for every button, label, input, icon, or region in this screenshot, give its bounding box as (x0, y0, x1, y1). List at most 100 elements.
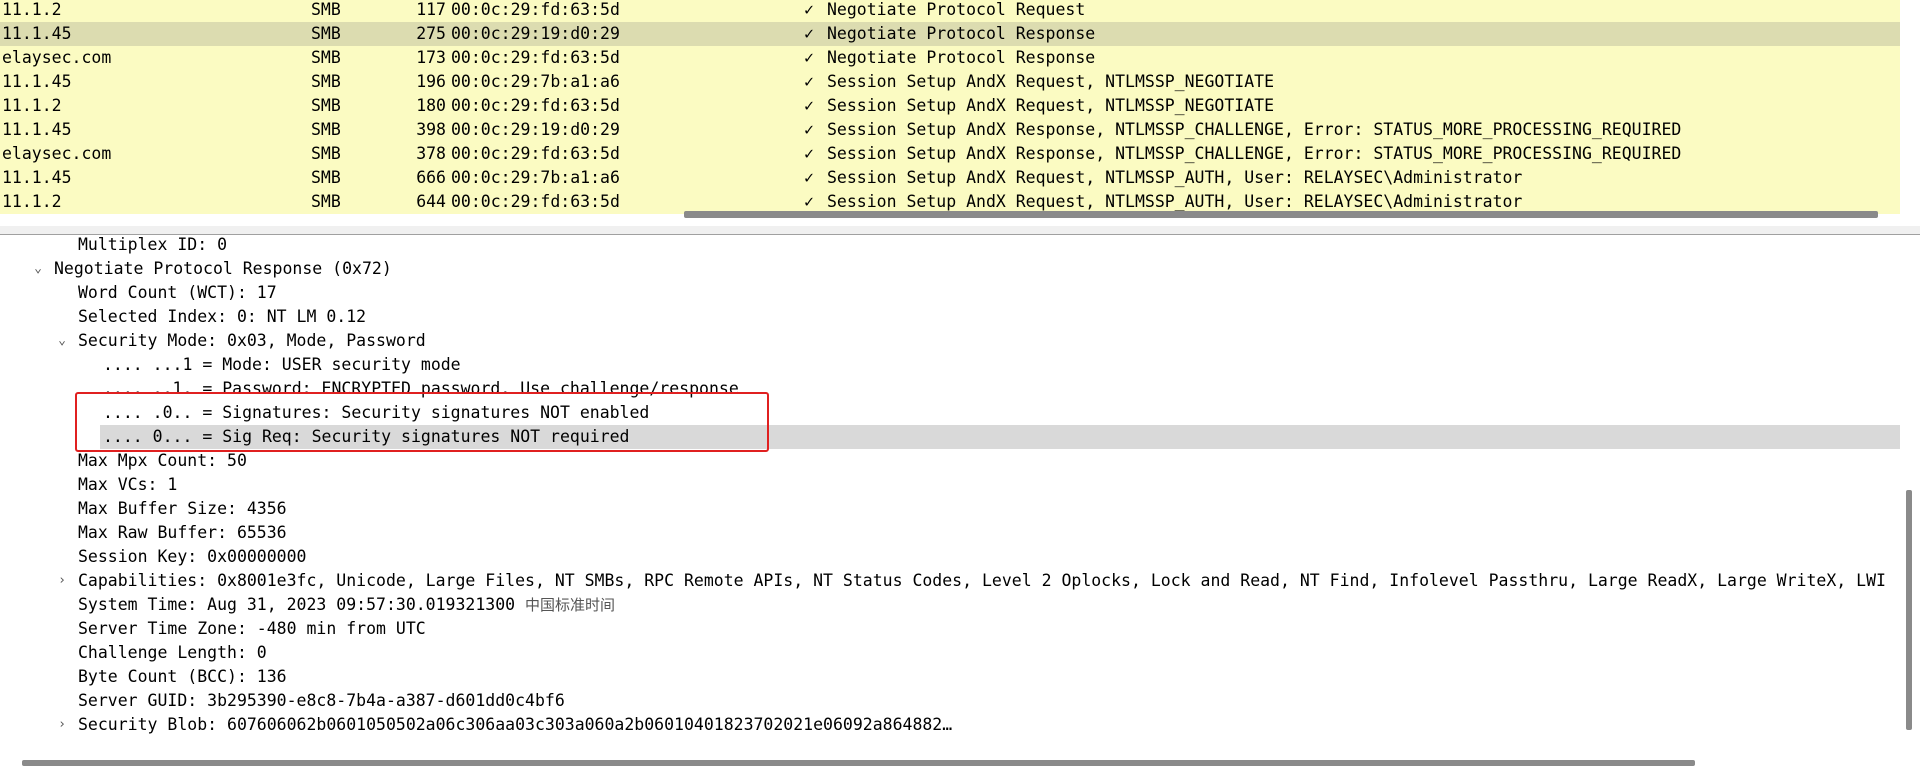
detail-tree-item[interactable]: Word Count (WCT): 17 (0, 281, 1900, 305)
packet-protocol: SMB (311, 144, 341, 163)
pane-splitter[interactable] (0, 226, 1920, 235)
timezone-label: 中国标准时间 (525, 596, 616, 614)
packet-address: 11.1.45 (2, 120, 72, 139)
detail-text: Selected Index: 0: NT LM 0.12 (78, 305, 366, 329)
packet-info: Session Setup AndX Request, NTLMSSP_NEGO… (827, 72, 1275, 91)
packet-info: Session Setup AndX Response, NTLMSSP_CHA… (827, 144, 1682, 163)
detail-text: Security Mode: 0x03, Mode, Password (78, 329, 426, 353)
packet-info: Negotiate Protocol Request (827, 0, 1086, 19)
packet-info: Negotiate Protocol Response (827, 24, 1096, 43)
packet-row[interactable]: elaysec.com SMB 173 00:0c:29:fd:63:5d ✓ Negot… (0, 46, 1900, 70)
packet-mac: 00:0c:29:fd:63:5d (451, 0, 620, 19)
detail-text: Byte Count (BCC): 136 (78, 665, 287, 689)
packet-row[interactable]: 11.1.2 SMB 117 00:0c:29:fd:63:5d ✓ Negotiate … (0, 0, 1900, 22)
packet-protocol: SMB (311, 120, 341, 139)
packet-protocol: SMB (311, 72, 341, 91)
packet-check-icon: ✓ (804, 24, 814, 43)
chevron-right-icon[interactable]: › (54, 713, 70, 737)
detail-text: Challenge Length: 0 (78, 641, 267, 665)
detail-tree-item[interactable]: Server GUID: 3b295390-e8c8-7b4a-a387-d60… (0, 689, 1900, 713)
detail-field-text: Server Time Zone: -480 min from UTC (78, 619, 426, 638)
packet-address: elaysec.com (2, 48, 112, 67)
details-vertical-scrollbar[interactable] (1906, 490, 1912, 730)
packet-mac: 00:0c:29:fd:63:5d (451, 48, 620, 67)
packet-info: Negotiate Protocol Response (827, 48, 1096, 67)
details-horizontal-scrollbar[interactable] (22, 760, 1695, 766)
detail-tree-item[interactable]: Challenge Length: 0 (0, 641, 1900, 665)
detail-tree-item[interactable]: Byte Count (BCC): 136 (0, 665, 1900, 689)
packet-check-icon: ✓ (804, 96, 814, 115)
detail-tree-item[interactable]: Server Time Zone: -480 min from UTC (0, 617, 1900, 641)
packet-details-pane[interactable]: Multiplex ID: 0 ⌄ Negotiate Protocol Respo… (0, 235, 1900, 755)
packet-check-icon: ✓ (804, 168, 814, 187)
packet-length: 275 (416, 24, 446, 43)
packet-list-pane[interactable]: 11.1.2 SMB 117 00:0c:29:fd:63:5d ✓ Negotiate … (0, 0, 1920, 227)
packet-length: 173 (416, 48, 446, 67)
packet-row[interactable]: 11.1.45 SMB 398 00:0c:29:19:d0:29 ✓ Session S… (0, 118, 1900, 142)
detail-text: Security Blob: 607606062b0601050502a06c3… (78, 713, 952, 737)
packet-address: 11.1.45 (2, 168, 72, 187)
packet-length: 117 (416, 0, 446, 19)
detail-tree-item[interactable]: Selected Index: 0: NT LM 0.12 (0, 305, 1900, 329)
detail-tree-item[interactable]: › Capabilities: 0x8001e3fc, Unicode, Larg… (0, 569, 1900, 593)
packet-length: 644 (416, 192, 446, 211)
packet-length: 398 (416, 120, 446, 139)
packet-mac: 00:0c:29:19:d0:29 (451, 120, 620, 139)
packet-mac: 00:0c:29:fd:63:5d (451, 96, 620, 115)
packet-address: 11.1.45 (2, 24, 72, 43)
packet-row[interactable]: 11.1.45 SMB 196 00:0c:29:7b:a1:a6 ✓ Session S… (0, 70, 1900, 94)
packet-mac: 00:0c:29:7b:a1:a6 (451, 168, 620, 187)
packet-row[interactable]: 11.1.2 SMB 180 00:0c:29:fd:63:5d ✓ Session Se… (0, 94, 1900, 118)
detail-tree-item[interactable]: ⌄ Security Mode: 0x03, Mode, Password (0, 329, 1900, 353)
detail-field-text: Capabilities: 0x8001e3fc, Unicode, Large… (78, 571, 1886, 590)
packet-address: 11.1.2 (2, 0, 62, 19)
detail-field-text: .... ...1 = Mode: USER security mode (103, 355, 461, 374)
detail-tree-item[interactable]: Max Buffer Size: 4356 (0, 497, 1900, 521)
detail-field-text: System Time: Aug 31, 2023 09:57:30.01932… (78, 595, 526, 614)
packet-address: 11.1.2 (2, 192, 62, 211)
detail-tree-item[interactable]: › Security Blob: 607606062b0601050502a06c… (0, 713, 1900, 737)
detail-tree-item[interactable]: ⌄ Negotiate Protocol Response (0x72) (0, 257, 1900, 281)
chevron-down-icon[interactable]: ⌄ (54, 329, 70, 353)
detail-field-text: Security Blob: 607606062b0601050502a06c3… (78, 715, 953, 734)
detail-text: .... ...1 = Mode: USER security mode (103, 353, 461, 377)
detail-tree-item[interactable]: Session Key: 0x00000000 (0, 545, 1900, 569)
detail-field-text: Byte Count (BCC): 136 (78, 667, 287, 686)
detail-tree-item[interactable]: Max VCs: 1 (0, 473, 1900, 497)
detail-tree-item[interactable]: Max Raw Buffer: 65536 (0, 521, 1900, 545)
detail-tree-item[interactable]: Max Mpx Count: 50 (0, 449, 1900, 473)
detail-field-text: Session Key: 0x00000000 (78, 547, 307, 566)
packet-address: 11.1.45 (2, 72, 72, 91)
detail-text: Negotiate Protocol Response (0x72) (54, 257, 392, 281)
detail-text: Word Count (WCT): 17 (78, 281, 277, 305)
packet-protocol: SMB (311, 48, 341, 67)
packet-protocol: SMB (311, 96, 341, 115)
packet-address: 11.1.2 (2, 96, 62, 115)
chevron-down-icon[interactable]: ⌄ (30, 257, 46, 281)
packet-length: 196 (416, 72, 446, 91)
detail-text: Server Time Zone: -480 min from UTC (78, 617, 426, 641)
detail-field-text: Multiplex ID: 0 (78, 235, 228, 254)
chevron-right-icon[interactable]: › (54, 569, 70, 593)
detail-tree-item[interactable]: Multiplex ID: 0 (0, 235, 1900, 257)
detail-field-text: Selected Index: 0: NT LM 0.12 (78, 307, 367, 326)
detail-text: Max VCs: 1 (78, 473, 177, 497)
detail-tree-item[interactable]: System Time: Aug 31, 2023 09:57:30.01932… (0, 593, 1900, 617)
packet-list-horizontal-scrollbar[interactable] (684, 211, 1878, 218)
detail-field-text: Max Mpx Count: 50 (78, 451, 247, 470)
packet-info: Session Setup AndX Request, NTLMSSP_NEGO… (827, 96, 1275, 115)
packet-row[interactable]: elaysec.com SMB 378 00:0c:29:fd:63:5d ✓ Sessi… (0, 142, 1900, 166)
detail-tree-item[interactable]: .... ...1 = Mode: USER security mode (0, 353, 1900, 377)
packet-protocol: SMB (311, 0, 341, 19)
detail-text: Max Mpx Count: 50 (78, 449, 247, 473)
packet-row[interactable]: 11.1.45 SMB 666 00:0c:29:7b:a1:a6 ✓ Session S… (0, 166, 1900, 190)
annotation-highlight-box (75, 392, 769, 452)
packet-length: 378 (416, 144, 446, 163)
detail-text: Server GUID: 3b295390-e8c8-7b4a-a387-d60… (78, 689, 565, 713)
packet-row[interactable]: 11.1.45 SMB 275 00:0c:29:19:d0:29 ✓ Negotiate… (0, 22, 1900, 46)
detail-field-text: Server GUID: 3b295390-e8c8-7b4a-a387-d60… (78, 691, 565, 710)
packet-length: 180 (416, 96, 446, 115)
packet-protocol: SMB (311, 24, 341, 43)
packet-protocol: SMB (311, 192, 341, 211)
packet-mac: 00:0c:29:7b:a1:a6 (451, 72, 620, 91)
